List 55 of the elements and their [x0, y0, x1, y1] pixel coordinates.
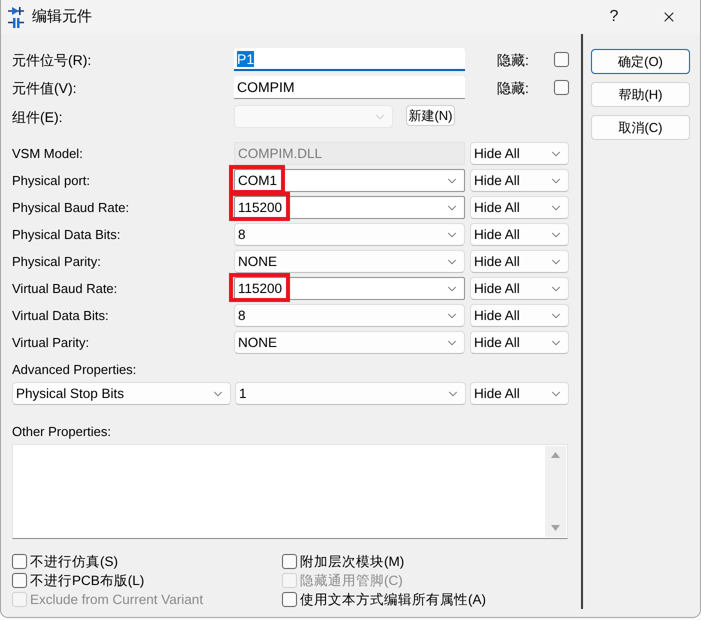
property-label: Physical Parity:	[12, 252, 102, 270]
value-dropdown[interactable]: 8	[234, 304, 465, 327]
text-field[interactable]: COMPIM	[234, 76, 465, 99]
checkbox-label: 不进行PCB布版(L)	[30, 572, 144, 589]
visibility-dropdown[interactable]: Hide All	[470, 196, 569, 219]
help-button[interactable]: ?	[591, 1, 637, 33]
section-label: Advanced Properties:	[12, 362, 136, 378]
readonly-field[interactable]: COMPIM.DLL	[234, 142, 465, 165]
property-label: Virtual Parity:	[12, 334, 90, 352]
visibility-dropdown[interactable]: Hide All	[470, 304, 569, 327]
checkbox[interactable]	[282, 554, 297, 569]
dialog-button[interactable]: 取消(C)	[591, 115, 690, 140]
property-label: Virtual Baud Rate:	[12, 280, 118, 298]
visibility-dropdown[interactable]: Hide All	[470, 250, 569, 273]
dialog-title: 编辑元件	[32, 7, 93, 27]
checkbox[interactable]	[282, 592, 297, 607]
visibility-dropdown[interactable]: Hide All	[470, 277, 569, 300]
field-label: 元件位号(R):	[12, 50, 92, 68]
checkbox-label: 附加层次模块(M)	[300, 553, 404, 570]
visibility-dropdown[interactable]: Hide All	[470, 382, 569, 405]
hide-label: 隐藏:	[497, 78, 529, 96]
visibility-dropdown[interactable]: Hide All	[470, 169, 569, 192]
checkbox-label: 使用文本方式编辑所有属性(A)	[300, 591, 486, 608]
property-name-dropdown[interactable]: Physical Stop Bits	[12, 382, 231, 405]
other-properties-field[interactable]	[12, 444, 568, 539]
property-label: Physical port:	[12, 172, 92, 190]
visibility-dropdown[interactable]: Hide All	[470, 331, 569, 354]
hide-label: 隐藏:	[497, 50, 529, 68]
property-label: Physical Data Bits:	[12, 226, 122, 244]
component-icon	[8, 6, 24, 28]
checkbox[interactable]	[554, 52, 569, 67]
visibility-dropdown[interactable]: Hide All	[470, 142, 569, 165]
value-dropdown[interactable]: 1	[235, 382, 466, 405]
field-label: 元件值(V):	[12, 78, 78, 96]
checkbox[interactable]	[12, 573, 27, 588]
text-field[interactable]: P1	[234, 48, 465, 71]
property-label: Physical Baud Rate:	[12, 198, 130, 216]
value-dropdown[interactable]: NONE	[234, 331, 465, 354]
value-dropdown[interactable]: NONE	[234, 250, 465, 273]
checkbox[interactable]	[12, 554, 27, 569]
property-label: Virtual Data Bits:	[12, 306, 110, 324]
scroll-up-icon	[551, 452, 560, 458]
property-label: VSM Model:	[12, 144, 84, 162]
checkbox-label: Exclude from Current Variant	[30, 591, 204, 608]
field-label: 组件(E):	[12, 108, 64, 126]
dialog-button[interactable]: 确定(O)	[591, 49, 690, 74]
section-label: Other Properties:	[12, 424, 111, 440]
checkbox-label: 隐藏通用管脚(C)	[300, 572, 403, 589]
dialog-button[interactable]: 帮助(H)	[591, 82, 690, 107]
value-dropdown[interactable]: 8	[234, 223, 465, 246]
checkbox-label: 不进行仿真(S)	[30, 553, 118, 570]
scroll-down-icon	[551, 525, 560, 531]
checkbox[interactable]	[554, 80, 569, 95]
visibility-dropdown[interactable]: Hide All	[470, 223, 569, 246]
scrollbar[interactable]	[545, 446, 566, 537]
